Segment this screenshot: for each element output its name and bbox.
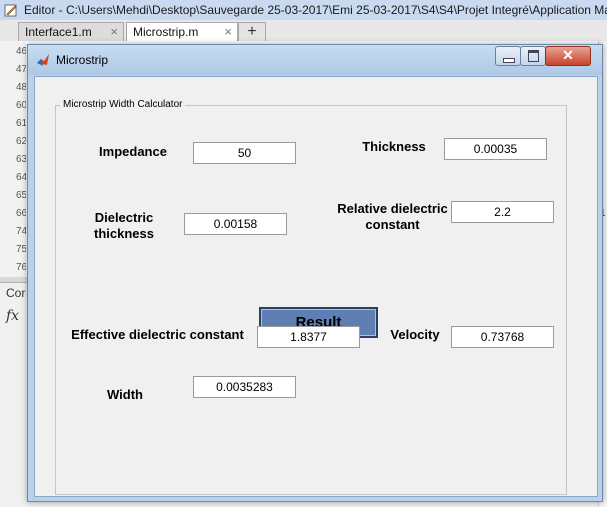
command-window-label: Cor bbox=[6, 286, 26, 300]
window-title: Microstrip bbox=[56, 53, 109, 67]
dielectric-thickness-input[interactable] bbox=[184, 213, 287, 235]
minimize-button[interactable] bbox=[495, 46, 521, 66]
add-tab-button[interactable]: + bbox=[238, 22, 266, 43]
tab-close-icon[interactable]: × bbox=[110, 24, 118, 39]
thickness-input[interactable] bbox=[444, 138, 547, 160]
tab-interface1[interactable]: Interface1.m × bbox=[18, 22, 124, 42]
matlab-logo-icon bbox=[37, 54, 49, 66]
thickness-label: Thickness bbox=[362, 139, 426, 154]
line-number-gutter: 46 47 48 60 61 62 63 64 65 66 74 75 76 bbox=[0, 41, 27, 277]
effective-dielectric-constant-label: Effective dielectric constant bbox=[71, 327, 244, 342]
velocity-label: Velocity bbox=[390, 327, 440, 342]
figure-client-area: Microstrip Width Calculator Impedance Th… bbox=[34, 76, 598, 497]
panel-title: Microstrip Width Calculator bbox=[60, 99, 186, 110]
relative-dielectric-constant-label: Relative dielectric constant bbox=[337, 201, 448, 232]
relative-dielectric-constant-input[interactable] bbox=[451, 201, 554, 223]
velocity-output[interactable] bbox=[451, 326, 554, 348]
dielectric-thickness-label: Dielectric thickness bbox=[94, 210, 154, 241]
impedance-input[interactable] bbox=[193, 142, 296, 164]
editor-title: Editor - C:\Users\Mehdi\Desktop\Sauvegar… bbox=[24, 3, 607, 17]
tab-close-icon[interactable]: × bbox=[224, 24, 232, 39]
impedance-label: Impedance bbox=[99, 144, 167, 159]
tab-label: Microstrip.m bbox=[133, 25, 199, 39]
minimize-icon bbox=[503, 58, 515, 63]
width-output[interactable] bbox=[193, 376, 296, 398]
editor-pencil-icon bbox=[4, 4, 17, 17]
effective-dielectric-constant-output[interactable] bbox=[257, 326, 360, 348]
maximize-icon bbox=[528, 50, 539, 62]
close-icon: ✕ bbox=[562, 47, 574, 63]
width-label: Width bbox=[107, 387, 143, 402]
editor-title-bar: Editor - C:\Users\Mehdi\Desktop\Sauvegar… bbox=[0, 0, 607, 21]
fx-icon: fx bbox=[6, 308, 20, 324]
microstrip-window: Microstrip ✕ Microstrip Width Calculator… bbox=[27, 44, 603, 502]
window-title-bar[interactable]: Microstrip ✕ bbox=[28, 45, 602, 75]
editor-tab-bar: Interface1.m × Microstrip.m × + bbox=[0, 20, 607, 43]
tab-microstrip[interactable]: Microstrip.m × bbox=[126, 22, 238, 42]
close-button[interactable]: ✕ bbox=[545, 46, 591, 66]
tab-label: Interface1.m bbox=[25, 25, 92, 39]
calculator-panel bbox=[55, 105, 567, 495]
maximize-button[interactable] bbox=[520, 46, 546, 66]
